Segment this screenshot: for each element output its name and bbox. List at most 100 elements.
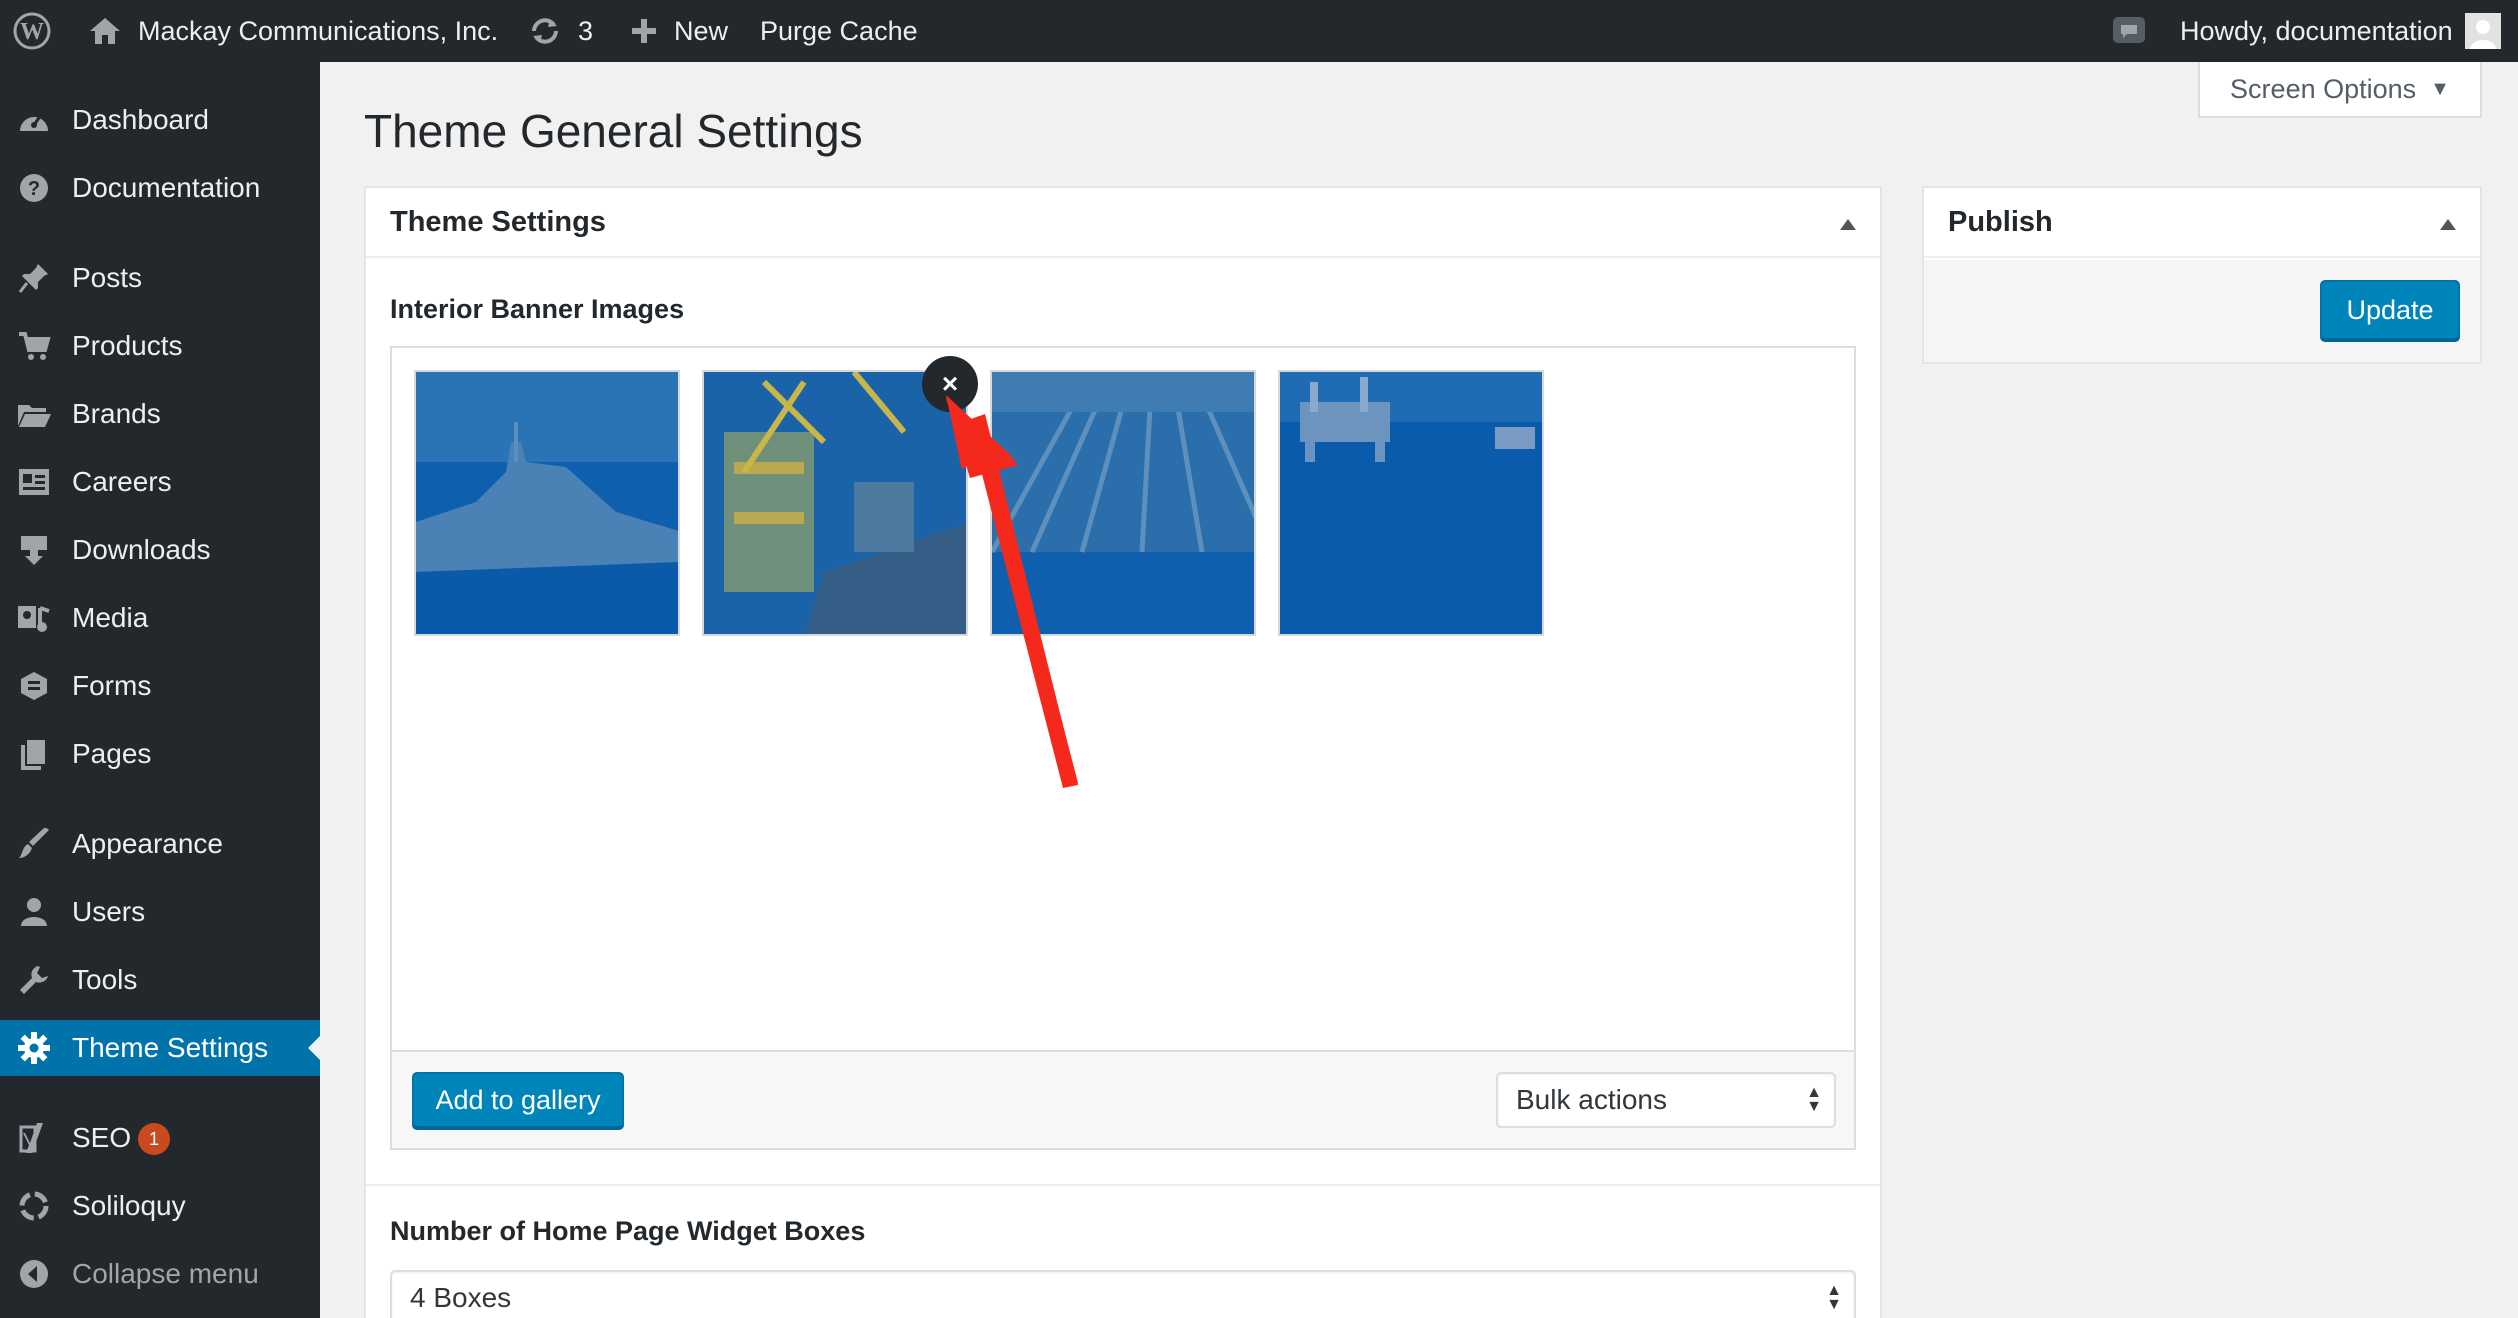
sidebar-item-label: Forms xyxy=(72,670,152,701)
publish-actions: Update xyxy=(1924,260,2480,362)
forms-icon xyxy=(16,669,52,703)
updates-count: 3 xyxy=(578,15,594,46)
select-arrows-icon: ▲ ▼ xyxy=(1826,1282,1842,1313)
admin-sidebar: Dashboard ? Documentation Posts Products… xyxy=(0,62,320,1318)
postbox-title: Theme Settings xyxy=(390,206,606,238)
plus-icon xyxy=(630,17,658,45)
sidebar-item-label: Dashboard xyxy=(72,104,209,135)
my-account-link[interactable]: Howdy, documentation xyxy=(2180,0,2501,62)
site-name-link[interactable]: Mackay Communications, Inc. xyxy=(88,0,498,62)
wordpress-logo-icon[interactable]: W xyxy=(12,0,52,62)
toggle-arrow-icon[interactable] xyxy=(1840,219,1856,230)
gallery-image-pipeline[interactable] xyxy=(990,370,1256,636)
sidebar-item-label: Posts xyxy=(72,262,143,293)
sidebar-item-forms[interactable]: Forms xyxy=(0,658,320,714)
sidebar-item-products[interactable]: Products xyxy=(0,318,320,374)
bulk-actions-select[interactable]: Bulk actions ▲ ▼ xyxy=(1496,1072,1836,1128)
sidebar-item-label: Collapse menu xyxy=(72,1258,259,1289)
gallery-field-label: Interior Banner Images xyxy=(390,294,685,324)
toggle-arrow-icon[interactable] xyxy=(2440,219,2456,230)
page-title: Theme General Settings xyxy=(364,105,863,157)
add-to-gallery-button[interactable]: Add to gallery xyxy=(412,1072,624,1128)
avatar xyxy=(2464,13,2501,49)
site-name: Mackay Communications, Inc. xyxy=(138,15,499,46)
sidebar-item-label: Users xyxy=(72,896,146,927)
sidebar-item-label: Media xyxy=(72,602,149,633)
sidebar-item-label: Products xyxy=(72,330,183,361)
caret-down-icon: ▼ xyxy=(2430,77,2450,100)
refresh-icon xyxy=(528,14,562,48)
home-icon xyxy=(88,16,122,46)
purge-cache-label: Purge Cache xyxy=(760,15,918,46)
select-arrows-icon: ▲ ▼ xyxy=(1806,1084,1822,1115)
bulk-actions-value: Bulk actions xyxy=(1516,1084,1667,1115)
collapse-icon xyxy=(16,1257,52,1291)
new-content-link[interactable]: New xyxy=(630,0,728,62)
screen-options-label: Screen Options xyxy=(2230,73,2417,104)
sidebar-item-soliloquy[interactable]: Soliloquy xyxy=(0,1178,320,1234)
sidebar-item-documentation[interactable]: ? Documentation xyxy=(0,160,320,216)
svg-text:?: ? xyxy=(28,178,40,200)
sidebar-item-tools[interactable]: Tools xyxy=(0,952,320,1008)
screen-options-button[interactable]: Screen Options ▼ xyxy=(2198,62,2482,118)
sidebar-item-label: Documentation xyxy=(72,172,261,203)
brush-icon xyxy=(16,827,52,861)
id-card-icon xyxy=(16,465,52,499)
sidebar-item-pages[interactable]: Pages xyxy=(0,726,320,782)
sidebar-item-label: Appearance xyxy=(72,828,224,859)
folder-icon xyxy=(16,397,52,431)
gallery-image-oil-rig[interactable] xyxy=(1278,370,1544,636)
sidebar-item-label: SEO xyxy=(72,1122,132,1153)
new-label: New xyxy=(674,15,729,46)
question-icon: ? xyxy=(16,171,52,205)
updates-link[interactable]: 3 xyxy=(528,0,593,62)
cart-icon xyxy=(16,329,52,363)
sidebar-item-theme-settings[interactable]: Theme Settings xyxy=(0,1020,320,1076)
sidebar-item-label: Soliloquy xyxy=(72,1190,186,1221)
publish-title: Publish xyxy=(1948,206,2053,238)
sidebar-item-appearance[interactable]: Appearance xyxy=(0,816,320,872)
widget-boxes-select[interactable]: 4 Boxes ▲ ▼ xyxy=(390,1270,1856,1318)
user-icon xyxy=(16,895,52,929)
widget-boxes-label: Number of Home Page Widget Boxes xyxy=(390,1216,866,1246)
sidebar-item-dashboard[interactable]: Dashboard xyxy=(0,92,320,148)
sidebar-item-label: Downloads xyxy=(72,534,211,565)
sidebar-item-users[interactable]: Users xyxy=(0,884,320,940)
soliloquy-icon xyxy=(16,1189,52,1223)
purge-cache-link[interactable]: Purge Cache xyxy=(760,0,918,62)
wrench-icon xyxy=(16,963,52,997)
publish-box: Publish Update xyxy=(1922,186,2482,364)
admin-bar: W Mackay Communications, Inc. 3 New Purg… xyxy=(0,0,2518,62)
sidebar-item-downloads[interactable]: Downloads xyxy=(0,522,320,578)
gear-icon xyxy=(16,1031,52,1065)
sidebar-item-label: Tools xyxy=(72,964,138,995)
gallery-image-warship[interactable] xyxy=(414,370,680,636)
gallery-image-shipyard[interactable] xyxy=(702,370,968,636)
widget-boxes-value: 4 Boxes xyxy=(410,1282,512,1313)
sidebar-item-careers[interactable]: Careers xyxy=(0,454,320,510)
gallery-container: Add to gallery Bulk actions ▲ ▼ xyxy=(390,346,1856,1150)
sidebar-item-seo[interactable]: SEO 1 xyxy=(0,1110,320,1166)
remove-image-button[interactable]: × xyxy=(922,356,978,412)
postbox-header[interactable]: Theme Settings xyxy=(366,188,1880,258)
svg-text:W: W xyxy=(20,19,44,45)
pages-icon xyxy=(16,737,52,771)
pin-icon xyxy=(16,261,52,295)
postbox-header[interactable]: Publish xyxy=(1924,188,2480,258)
sidebar-item-label: Brands xyxy=(72,398,161,429)
sidebar-item-label: Pages xyxy=(72,738,152,769)
collapse-menu-button[interactable]: Collapse menu xyxy=(0,1246,320,1302)
sidebar-item-media[interactable]: Media xyxy=(0,590,320,646)
theme-settings-box: Theme Settings Interior Banner Images Ad… xyxy=(364,186,1882,1318)
media-icon xyxy=(16,601,52,635)
yoast-icon xyxy=(16,1121,52,1155)
update-button[interactable]: Update xyxy=(2320,280,2460,340)
sidebar-item-posts[interactable]: Posts xyxy=(0,250,320,306)
sidebar-item-brands[interactable]: Brands xyxy=(0,386,320,442)
comments-bubble-icon[interactable] xyxy=(2110,0,2148,62)
gallery-toolbar: Add to gallery Bulk actions ▲ ▼ xyxy=(392,1050,1854,1148)
dashboard-icon xyxy=(16,103,52,137)
section-divider xyxy=(366,1184,1880,1186)
howdy-label: Howdy, documentation xyxy=(2180,15,2453,46)
download-icon xyxy=(16,533,52,567)
